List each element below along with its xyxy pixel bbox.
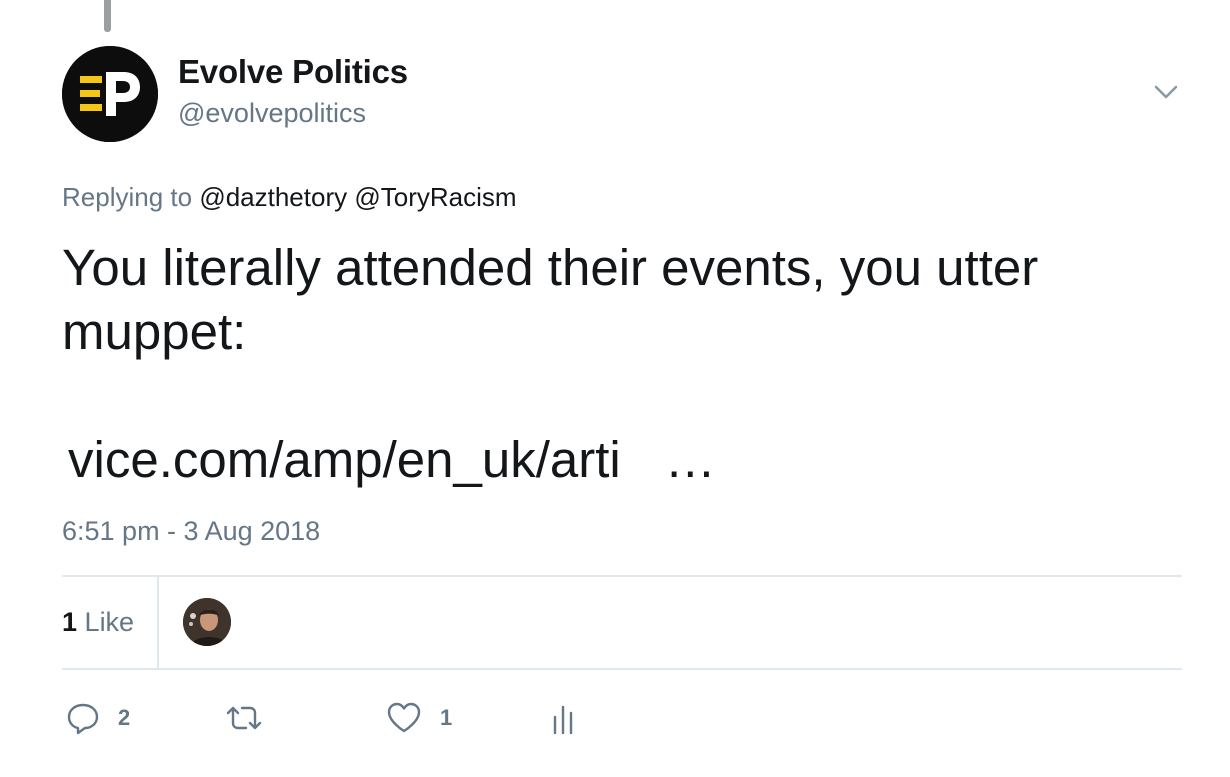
likes-label: Like xyxy=(84,607,135,637)
reply-icon xyxy=(67,703,99,735)
author-avatar[interactable] xyxy=(62,46,158,142)
tweet-timestamp[interactable]: 6:51 pm - 3 Aug 2018 xyxy=(62,516,320,547)
divider-bottom xyxy=(62,668,1182,670)
liker-avatar[interactable] xyxy=(183,598,231,646)
replying-prefix: Replying to xyxy=(62,182,193,212)
like-action[interactable]: 1 xyxy=(386,698,452,738)
author-handle[interactable]: @evolvepolitics xyxy=(178,98,366,129)
retweet-action[interactable] xyxy=(224,698,282,738)
tweet-link[interactable]: vice.com/amp/en_uk/arti … xyxy=(68,428,716,492)
tweet-link-text[interactable]: vice.com/amp/en_uk/arti xyxy=(68,431,621,488)
reply-action[interactable]: 2 xyxy=(66,698,130,738)
reply-count: 2 xyxy=(118,705,131,730)
divider-vertical xyxy=(157,577,159,668)
replying-to: Replying to @dazthetory @ToryRacism xyxy=(62,182,517,213)
analytics-action[interactable] xyxy=(548,698,578,738)
retweet-icon xyxy=(226,706,262,730)
author-display-name[interactable]: Evolve Politics xyxy=(178,53,408,91)
analytics-icon xyxy=(553,705,573,735)
divider-top xyxy=(62,575,1182,577)
like-count: 1 xyxy=(440,705,453,730)
heart-icon xyxy=(387,702,421,733)
likes-summary[interactable]: 1 Like xyxy=(62,607,134,638)
chevron-down-icon xyxy=(1154,85,1178,99)
tweet-link-ellipsis: … xyxy=(664,431,716,488)
thread-connector-line xyxy=(104,0,111,32)
user-photo-icon xyxy=(183,598,231,646)
evolve-politics-logo xyxy=(62,46,158,142)
tweet-text: You literally attended their events, you… xyxy=(62,239,1039,360)
likes-number: 1 xyxy=(62,607,78,637)
replying-mentions[interactable]: @dazthetory @ToryRacism xyxy=(199,182,516,212)
tweet-menu-button[interactable] xyxy=(1148,78,1184,106)
